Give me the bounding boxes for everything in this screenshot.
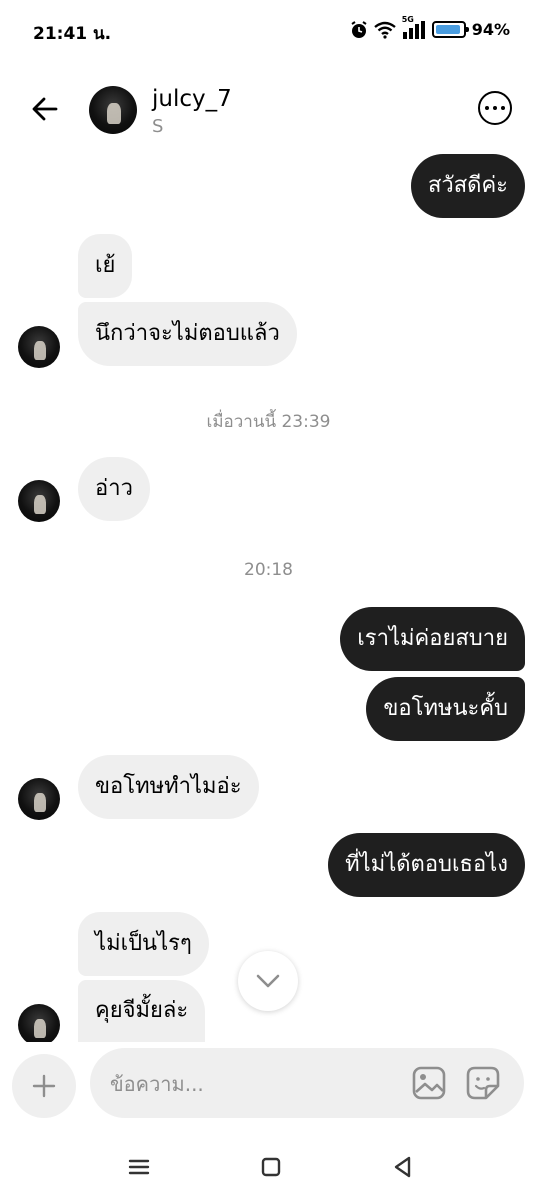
message-outgoing[interactable]: เราไม่ค่อยสบาย (340, 607, 525, 671)
more-options-icon[interactable] (478, 91, 512, 125)
message-outgoing[interactable]: ขอโทษนะคั้บ (366, 677, 525, 741)
plus-icon (32, 1074, 56, 1098)
status-time: 21:41 น. (33, 24, 112, 44)
message-incoming[interactable]: นึกว่าจะไม่ตอบแล้ว (78, 302, 297, 366)
message-incoming[interactable]: เย้ (78, 234, 133, 298)
recent-apps-icon[interactable] (124, 1152, 154, 1182)
status-bar: 21:41 น. 5G 94% (0, 0, 537, 62)
message-outgoing[interactable]: ที่ไม่ได้ตอบเธอไง (328, 833, 525, 897)
sender-avatar-clip (18, 1004, 60, 1042)
sender-avatar[interactable] (18, 480, 60, 522)
message-composer (0, 1048, 537, 1122)
signal-icon: 5G (402, 15, 426, 39)
alarm-icon (351, 20, 367, 38)
back-triangle-icon[interactable] (388, 1152, 418, 1182)
message-timestamp: 20:18 (244, 560, 293, 580)
contact-name[interactable]: julcy_7 (152, 86, 232, 112)
message-outgoing[interactable]: สวัสดีค่ะ (410, 154, 525, 218)
status-icons: 5G 94% (350, 15, 510, 39)
sender-avatar[interactable] (18, 326, 60, 368)
home-icon[interactable] (256, 1152, 286, 1182)
wifi-icon (373, 21, 396, 39)
sender-avatar[interactable] (18, 1004, 60, 1042)
back-arrow-icon[interactable] (30, 94, 60, 124)
message-timestamp: เมื่อวานนี้ 23:39 (206, 412, 331, 432)
message-incoming[interactable]: ไม่เป็นไรๆ (78, 912, 209, 976)
battery-icon (431, 21, 469, 38)
contact-subtitle: S (152, 116, 164, 137)
gallery-icon[interactable] (412, 1066, 446, 1100)
message-incoming[interactable]: อ่าว (78, 457, 150, 521)
message-incoming[interactable]: ขอโทษทำไมอ่ะ (78, 755, 259, 819)
sender-avatar[interactable] (18, 778, 60, 820)
scroll-to-bottom-button[interactable] (238, 951, 298, 1011)
chevron-down-icon (256, 974, 280, 988)
sticker-icon[interactable] (466, 1066, 500, 1100)
message-input[interactable] (108, 1062, 402, 1106)
add-attachment-button[interactable] (12, 1054, 76, 1118)
system-navigation-bar (0, 1140, 537, 1199)
message-incoming[interactable]: คุยจีมั้ยล่ะ (78, 980, 206, 1042)
contact-avatar[interactable] (89, 86, 137, 134)
chat-header: julcy_7 S (0, 78, 537, 142)
battery-percent: 94% (471, 20, 510, 39)
message-input-wrapper (90, 1048, 524, 1118)
